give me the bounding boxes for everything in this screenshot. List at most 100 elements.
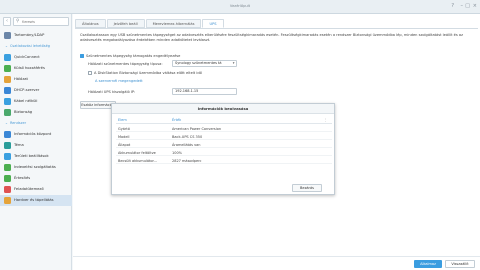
sidebar-item-label: Hálózat (14, 77, 28, 81)
table-row: Becsült akkumulátor... 2827 másodperc (116, 157, 332, 164)
shutdown-label: A DiskStation Biztonsági üzemmódba váltá… (94, 71, 202, 75)
sidebar-item[interactable]: QuickConnect (0, 52, 72, 63)
search-input[interactable] (22, 19, 68, 25)
sidebar-item[interactable]: Kábel nélküli (0, 96, 72, 107)
sidebar-item[interactable]: Hardver és tápellátás (0, 195, 72, 206)
ups-type-value: Synology szünetmentes tá (175, 61, 222, 65)
minimize-icon[interactable]: – (461, 3, 464, 9)
sidebar-item-label: QuickConnect (14, 55, 40, 59)
tab[interactable]: Jelzőfeh beáll (106, 19, 145, 28)
enable-ups-row[interactable]: Szünetmentes tápegység támogatás engedél… (80, 53, 181, 58)
sidebar-item-label: Téma (14, 143, 24, 147)
sidebar-item[interactable]: Hálózat (0, 74, 72, 85)
enable-ups-label: Szünetmentes tápegység támogatás engedél… (86, 54, 181, 58)
info-icon (4, 131, 11, 138)
close-button[interactable]: Bezárás (292, 184, 322, 192)
title-bar: Vezérlőpult ? – □ × (0, 0, 480, 14)
sidebar-item[interactable]: Információs központ (0, 129, 72, 140)
table-row: Állapot Áramellátás van (116, 141, 332, 148)
globe-icon (4, 65, 11, 72)
search-icon: ⚲ (16, 19, 20, 24)
info-grid-header: Elem Érték ⋮ (116, 117, 332, 124)
column-header-value[interactable]: Érték (172, 118, 181, 122)
enable-ups-checkbox[interactable] (80, 53, 84, 58)
control-panel-window: Vezérlőpult ? – □ × ‹ ⚲ Tartomány/LDAP⌄C… (0, 0, 480, 270)
help-icon[interactable]: ? (451, 3, 454, 9)
row-value: Áramellátás van (172, 142, 201, 147)
sidebar-item-label: Területi beállítások (14, 154, 49, 158)
row-item: Gyártó (118, 126, 130, 131)
sidebar-item-label: Biztonság (14, 110, 33, 114)
sidebar-section-label: Csatlakozási lehetőség (9, 44, 50, 48)
chevron-down-icon: ▾ (232, 61, 235, 65)
tab-bar: Általános Jelzőfeh beáll Merevlemez-hibern… (75, 19, 224, 28)
notification-icon (4, 175, 11, 182)
search-box[interactable]: ⚲ (13, 17, 69, 26)
shutdown-row[interactable]: A DiskStation Biztonsági üzemmódba váltá… (88, 70, 202, 75)
wireless-icon (4, 98, 11, 105)
permitted-link[interactable]: A szervernél megengedett (95, 79, 143, 83)
server-ip-field[interactable]: 192.168.1.15 (172, 88, 237, 95)
sidebar-item-label: Külső hozzáférés (14, 66, 45, 70)
ups-description: Csatlakoztasson egy USB szünetmentes táp… (80, 33, 463, 43)
sidebar-item[interactable]: Területi beállítások (0, 151, 72, 162)
footer-bar: Alkalmaz Visszaállít (73, 256, 480, 270)
info-dialog: Információk beolvasása Elem Érték ⋮ Gyár… (111, 103, 335, 195)
sidebar-item[interactable]: Feladatütemező (0, 184, 72, 195)
table-row: Gyártó American Power Conversion (116, 125, 332, 132)
sidebar-item-label: Kábel nélküli (14, 99, 38, 103)
row-value: American Power Conversion (172, 126, 222, 131)
clock-icon (4, 153, 11, 160)
ups-settings: Csatlakoztasson egy USB szünetmentes táp… (80, 33, 475, 43)
sidebar-item-label: DHCP-szerver (14, 88, 40, 92)
sidebar-item[interactable]: DHCP-szerver (0, 85, 72, 96)
ups-type-label: Hálózati szünetmentes tápegység típusa: (88, 62, 163, 66)
sidebar-item[interactable]: Tartomány/LDAP (0, 30, 72, 41)
quickconnect-icon (4, 54, 11, 61)
tab-divider (75, 28, 478, 29)
server-ip-label: Hálózati UPS kiszolgáló IP: (88, 90, 136, 94)
chevron-down-icon: ⌄ (5, 44, 8, 48)
ups-type-select[interactable]: Synology szünetmentes tá ▾ (172, 60, 237, 67)
tab[interactable]: Általános (75, 19, 106, 28)
column-menu-icon[interactable]: ⋮ (324, 118, 328, 122)
tab[interactable]: UPS (202, 19, 224, 28)
sidebar: ‹ ⚲ Tartomány/LDAP ⌄Csatlakozási lehetősé… (0, 14, 72, 270)
tab[interactable]: Merevlemez-hibernálás (145, 19, 202, 28)
table-row: Modell Back-UPS CS 350 (116, 133, 332, 140)
shutdown-checkbox[interactable] (88, 70, 92, 75)
row-item: Akkumulátor feltöltve (118, 150, 156, 155)
dhcp-icon (4, 87, 11, 94)
sidebar-section-header[interactable]: ⌄ Csatlakozási lehetőség (0, 41, 72, 52)
sidebar-nav: Tartomány/LDAP ⌄ Csatlakozási lehetőség Qui… (0, 30, 72, 206)
theme-icon (4, 142, 11, 149)
apply-button[interactable]: Alkalmaz (414, 260, 442, 268)
sidebar-item[interactable]: Külső hozzáférés (0, 63, 72, 74)
back-button[interactable]: ‹ (3, 17, 11, 26)
sidebar-item[interactable]: Indexelési szolgáltatás (0, 162, 72, 173)
sidebar-item-label: Tartomány/LDAP (14, 33, 45, 37)
sidebar-item-label: Értesítés (14, 176, 31, 180)
sidebar-section-header[interactable]: ⌄ Rendszer (0, 118, 72, 129)
calendar-icon (4, 186, 11, 193)
sidebar-item[interactable]: Biztonság (0, 107, 72, 118)
index-icon (4, 164, 11, 171)
row-item: Állapot (118, 142, 131, 147)
row-item: Modell (118, 134, 130, 139)
maximize-icon[interactable]: □ (465, 3, 470, 9)
reset-button[interactable]: Visszaállít (445, 260, 475, 268)
table-row: Akkumulátor feltöltve 100% (116, 149, 332, 156)
sidebar-item-label: Hardver és tápellátás (14, 198, 54, 202)
column-header-item[interactable]: Elem (118, 118, 127, 122)
window-title: Vezérlőpult (229, 4, 251, 8)
sidebar-item[interactable]: Értesítés (0, 173, 72, 184)
sidebar-item[interactable]: Téma (0, 140, 72, 151)
sidebar-item-label: Feladatütemező (14, 187, 44, 191)
dialog-title: Információk beolvasása (112, 104, 334, 114)
sidebar-item-label: Információs központ (14, 132, 52, 136)
row-value: 100% (172, 150, 183, 155)
domain-icon (4, 32, 11, 39)
network-icon (4, 76, 11, 83)
row-value: Back-UPS CS 350 (172, 134, 203, 139)
close-icon[interactable]: × (473, 3, 477, 9)
